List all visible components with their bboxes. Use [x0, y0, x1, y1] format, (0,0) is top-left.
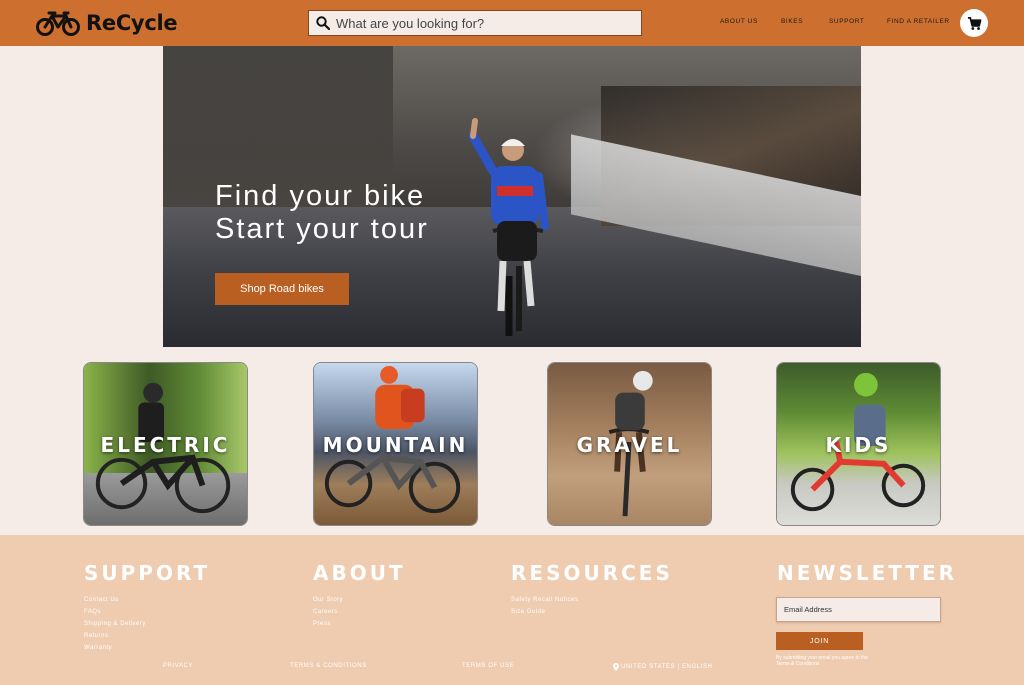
footer-heading-about: ABOUT: [313, 561, 406, 585]
category-label-electric: ELECTRIC: [100, 433, 231, 457]
footer-heading-support: SUPPORT: [84, 561, 211, 585]
nav-support[interactable]: SUPPORT: [829, 18, 865, 25]
footer-link-safety-recall[interactable]: Safety Recall Notices: [511, 597, 579, 603]
category-card-gravel[interactable]: GRAVEL: [547, 362, 712, 526]
newsletter-email-input[interactable]: [784, 605, 934, 614]
footer-link-returns[interactable]: Returns: [84, 633, 109, 639]
footer-link-our-story[interactable]: Our Story: [313, 597, 343, 603]
location-pin-icon: [613, 663, 619, 671]
brand-name: ReCycle: [86, 11, 178, 35]
newsletter-join-button[interactable]: JOIN: [776, 632, 863, 650]
hero-banner: Find your bike Start your tour Shop Road…: [163, 46, 861, 347]
footer-link-shipping[interactable]: Shipping & Delivery: [84, 621, 146, 627]
footer-link-careers[interactable]: Careers: [313, 609, 338, 615]
footer-link-size-guide[interactable]: Size Guide: [511, 609, 545, 615]
cyclist-image: [468, 118, 549, 336]
category-card-mountain[interactable]: MOUNTAIN: [313, 362, 478, 526]
search-input[interactable]: [336, 15, 626, 31]
nav-about-us[interactable]: ABOUT US: [720, 18, 758, 25]
footer-heading-resources: RESOURCES: [511, 561, 673, 585]
footer-link-terms-conditions[interactable]: TERMS & CONDITIONS: [290, 663, 367, 669]
newsletter-disclaimer: By submitting your email you agree to th…: [776, 655, 868, 667]
brand-logo[interactable]: ReCycle: [36, 8, 178, 38]
site-footer: SUPPORT Contact Us FAQs Shipping & Deliv…: [0, 535, 1024, 685]
footer-link-privacy[interactable]: PRIVACY: [163, 663, 193, 669]
locale-label: UNITED STATES | ENGLISH: [621, 664, 713, 670]
search-bar[interactable]: [308, 10, 642, 36]
shop-road-bikes-button[interactable]: Shop Road bikes: [215, 273, 349, 305]
search-icon: [316, 16, 330, 30]
category-card-kids[interactable]: KIDS: [776, 362, 941, 526]
footer-heading-newsletter: NEWSLETTER: [777, 561, 958, 585]
category-card-electric[interactable]: ELECTRIC: [83, 362, 248, 526]
category-label-mountain: MOUNTAIN: [322, 433, 469, 457]
nav-find-retailer[interactable]: FIND A RETAILER: [887, 18, 950, 25]
newsletter-email-box[interactable]: [776, 597, 941, 622]
locale-selector[interactable]: UNITED STATES | ENGLISH: [613, 663, 712, 671]
category-label-gravel: GRAVEL: [576, 433, 683, 457]
footer-link-contact-us[interactable]: Contact Us: [84, 597, 119, 603]
footer-link-warranty[interactable]: Warranty: [84, 645, 112, 651]
bicycle-icon: [36, 11, 80, 36]
site-header: ReCycle ABOUT US BIKES SUPPORT FIND A RE…: [0, 0, 1024, 46]
nav-bikes[interactable]: BIKES: [781, 18, 803, 25]
hero-title-line-2: Start your tour: [215, 213, 429, 245]
hero-title: Find your bike Start your tour: [215, 180, 429, 246]
cart-button[interactable]: [960, 9, 988, 37]
category-label-kids: KIDS: [825, 433, 892, 457]
footer-link-faqs[interactable]: FAQs: [84, 609, 101, 615]
footer-link-terms-of-use[interactable]: TERMS OF USE: [462, 663, 514, 669]
footer-link-press[interactable]: Press: [313, 621, 331, 627]
hero-title-line-1: Find your bike: [215, 180, 426, 212]
shopping-cart-icon: [967, 16, 981, 30]
